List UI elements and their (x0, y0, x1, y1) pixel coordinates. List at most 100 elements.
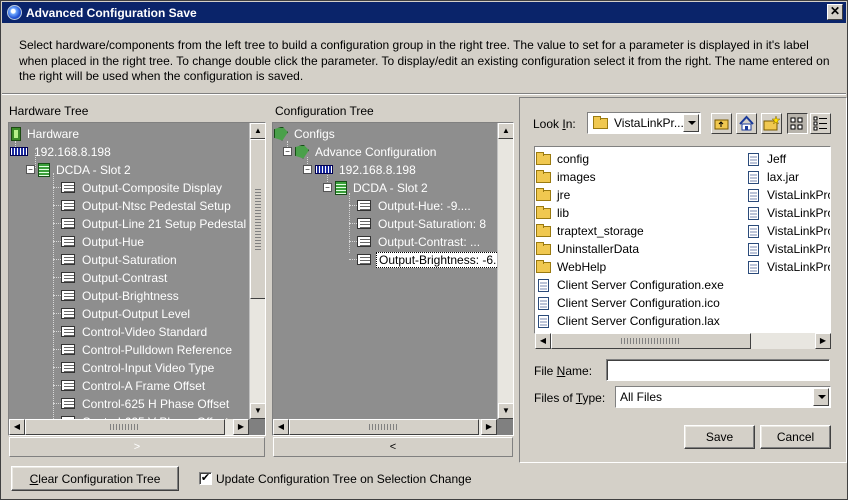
tree-node[interactable]: Output-Line 21 Setup Pedestal (61, 215, 248, 232)
tree-node[interactable]: Output-Contrast (61, 269, 169, 286)
file-list-item[interactable]: WebHelp (536, 258, 606, 276)
scroll-thumb[interactable] (289, 419, 479, 435)
hardware-tree-vscrollbar[interactable]: ▲ ▼ (249, 123, 265, 419)
scroll-left-icon[interactable]: ◀ (535, 333, 551, 349)
new-folder-button[interactable] (761, 113, 782, 134)
file-name: UninstallerData (557, 242, 640, 256)
tree-node[interactable]: Control-625 H Phase Offset (61, 395, 231, 412)
file-list-hscrollbar[interactable]: ◀ ▶ (535, 333, 831, 349)
file-list-item[interactable]: VistaLinkPro (746, 222, 830, 240)
title-bar[interactable]: Advanced Configuration Save ✕ (2, 2, 846, 23)
tree-node[interactable]: − DCDA - Slot 2 (323, 179, 430, 196)
tree-node[interactable]: Output-Hue: -9.... (357, 197, 473, 214)
file-list-item[interactable]: jre (536, 186, 570, 204)
scroll-right-icon[interactable]: ▶ (233, 419, 249, 435)
scroll-thumb[interactable] (25, 419, 225, 435)
chevron-down-icon[interactable] (813, 388, 829, 406)
file-list-item[interactable]: VistaLinkPro (746, 186, 830, 204)
tree-node-label: Output-Brightness: -6.... (376, 251, 510, 268)
tree-node-label: Output-Contrast: ... (378, 234, 481, 249)
tree-node[interactable]: Output-Saturation: 8 (357, 215, 488, 232)
clear-configuration-tree-button[interactable]: Clear Configuration Tree (11, 466, 179, 491)
chevron-down-icon[interactable] (683, 114, 699, 132)
scroll-up-icon[interactable]: ▲ (498, 123, 513, 139)
scroll-up-icon[interactable]: ▲ (250, 123, 265, 139)
save-button[interactable]: Save (684, 425, 755, 449)
cancel-button[interactable]: Cancel (760, 425, 831, 449)
file-list-item[interactable]: VistaLinkPro (746, 258, 830, 276)
tree-node[interactable]: Output-Composite Display (61, 179, 224, 196)
hardware-tree-hscrollbar[interactable]: ◀ ▶ (9, 419, 249, 435)
file-icon (748, 152, 759, 166)
scroll-right-icon[interactable]: ▶ (815, 333, 831, 349)
collapse-toggle-icon[interactable]: − (26, 165, 35, 174)
file-list-item[interactable]: traptext_storage (536, 222, 644, 240)
collapse-toggle-icon[interactable]: − (303, 165, 312, 174)
tree-node-label: Output-Composite Display (82, 180, 223, 195)
tree-node[interactable]: Output-Output Level (61, 305, 192, 322)
tree-line (53, 367, 61, 368)
details-view-button[interactable] (810, 113, 831, 134)
tree-node[interactable]: Output-Brightness: -6.... (357, 251, 510, 268)
file-name: VistaLinkPro (767, 242, 831, 256)
tree-node[interactable]: Output-Ntsc Pedestal Setup (61, 197, 233, 214)
file-list-item[interactable]: lax.jar (746, 168, 799, 186)
scroll-right-icon[interactable]: ▶ (481, 419, 497, 435)
file-list-item[interactable]: VistaLinkPro (746, 240, 831, 258)
file-icon (748, 260, 759, 274)
remove-from-config-button[interactable]: < (273, 437, 513, 457)
tree-node-label: Hardware (27, 126, 80, 141)
file-name-input[interactable] (606, 359, 830, 381)
tree-node[interactable]: Output-Saturation (61, 251, 179, 268)
file-list-item[interactable]: images (536, 168, 596, 186)
files-of-type-combo[interactable]: All Files (615, 386, 831, 408)
config-tree-vscrollbar[interactable]: ▲ ▼ (497, 123, 513, 419)
tree-node[interactable]: Configs (274, 125, 337, 142)
file-list-item[interactable]: lib (536, 204, 569, 222)
config-tree-hscrollbar[interactable]: ◀ ▶ (273, 419, 497, 435)
scroll-down-icon[interactable]: ▼ (250, 403, 265, 419)
file-list[interactable]: config images jre lib traptext_storage Uninst… (534, 146, 831, 334)
file-list-item[interactable]: Client Server Configuration.ico (536, 294, 720, 312)
file-list-item[interactable]: VistaLinkPro (746, 204, 830, 222)
update-on-selection-checkbox[interactable]: ✔ (199, 472, 212, 485)
scroll-thumb[interactable] (551, 333, 751, 349)
file-list-item[interactable]: Jeff (746, 150, 786, 168)
collapse-toggle-icon[interactable]: − (283, 147, 292, 156)
close-button[interactable]: ✕ (827, 4, 843, 20)
tree-node[interactable]: Output-Hue (61, 233, 146, 250)
list-view-button[interactable] (787, 113, 808, 134)
scroll-left-icon[interactable]: ◀ (9, 419, 25, 435)
scroll-thumb[interactable] (250, 139, 265, 299)
tree-line (53, 331, 61, 332)
file-list-item[interactable]: Client Server Configuration.lax (536, 312, 720, 330)
scroll-down-icon[interactable]: ▼ (498, 403, 513, 419)
look-in-combo[interactable]: VistaLinkPr... (587, 112, 701, 134)
add-to-config-button[interactable]: > (9, 437, 265, 457)
folder-icon (536, 169, 551, 183)
card-icon (335, 180, 347, 195)
file-list-item[interactable]: Client Server Configuration.exe (536, 276, 724, 294)
tree-node[interactable]: − DCDA - Slot 2 (26, 161, 133, 178)
tree-node[interactable]: 192.168.8.198 (10, 143, 113, 160)
file-icon (748, 188, 759, 202)
scroll-left-icon[interactable]: ◀ (273, 419, 289, 435)
home-button[interactable] (736, 113, 757, 134)
file-list-item[interactable]: UninstallerData (536, 240, 639, 258)
tree-node[interactable]: Control-Input Video Type (61, 359, 216, 376)
file-icon (748, 242, 759, 256)
config-tree[interactable]: Configs − Advance Configuration −192.168.8.… (272, 122, 514, 436)
new-folder-icon (763, 115, 781, 131)
hardware-tree[interactable]: Hardware 192.168.8.198 − DCDA - Slot 2 Outpu… (8, 122, 266, 436)
update-on-selection-label[interactable]: Update Configuration Tree on Selection C… (216, 472, 472, 486)
file-list-item[interactable]: config (536, 150, 589, 168)
tree-node[interactable]: Control-Video Standard (61, 323, 209, 340)
tree-node[interactable]: Output-Contrast: ... (357, 233, 482, 250)
collapse-toggle-icon[interactable]: − (323, 183, 332, 192)
up-folder-button[interactable] (711, 113, 732, 134)
tree-node[interactable]: Control-A Frame Offset (61, 377, 207, 394)
tree-node[interactable]: Hardware (11, 125, 81, 142)
tree-node[interactable]: − 192.168.8.198 (303, 161, 418, 178)
tree-node[interactable]: Output-Brightness (61, 287, 181, 304)
tree-node[interactable]: Control-Pulldown Reference (61, 341, 234, 358)
